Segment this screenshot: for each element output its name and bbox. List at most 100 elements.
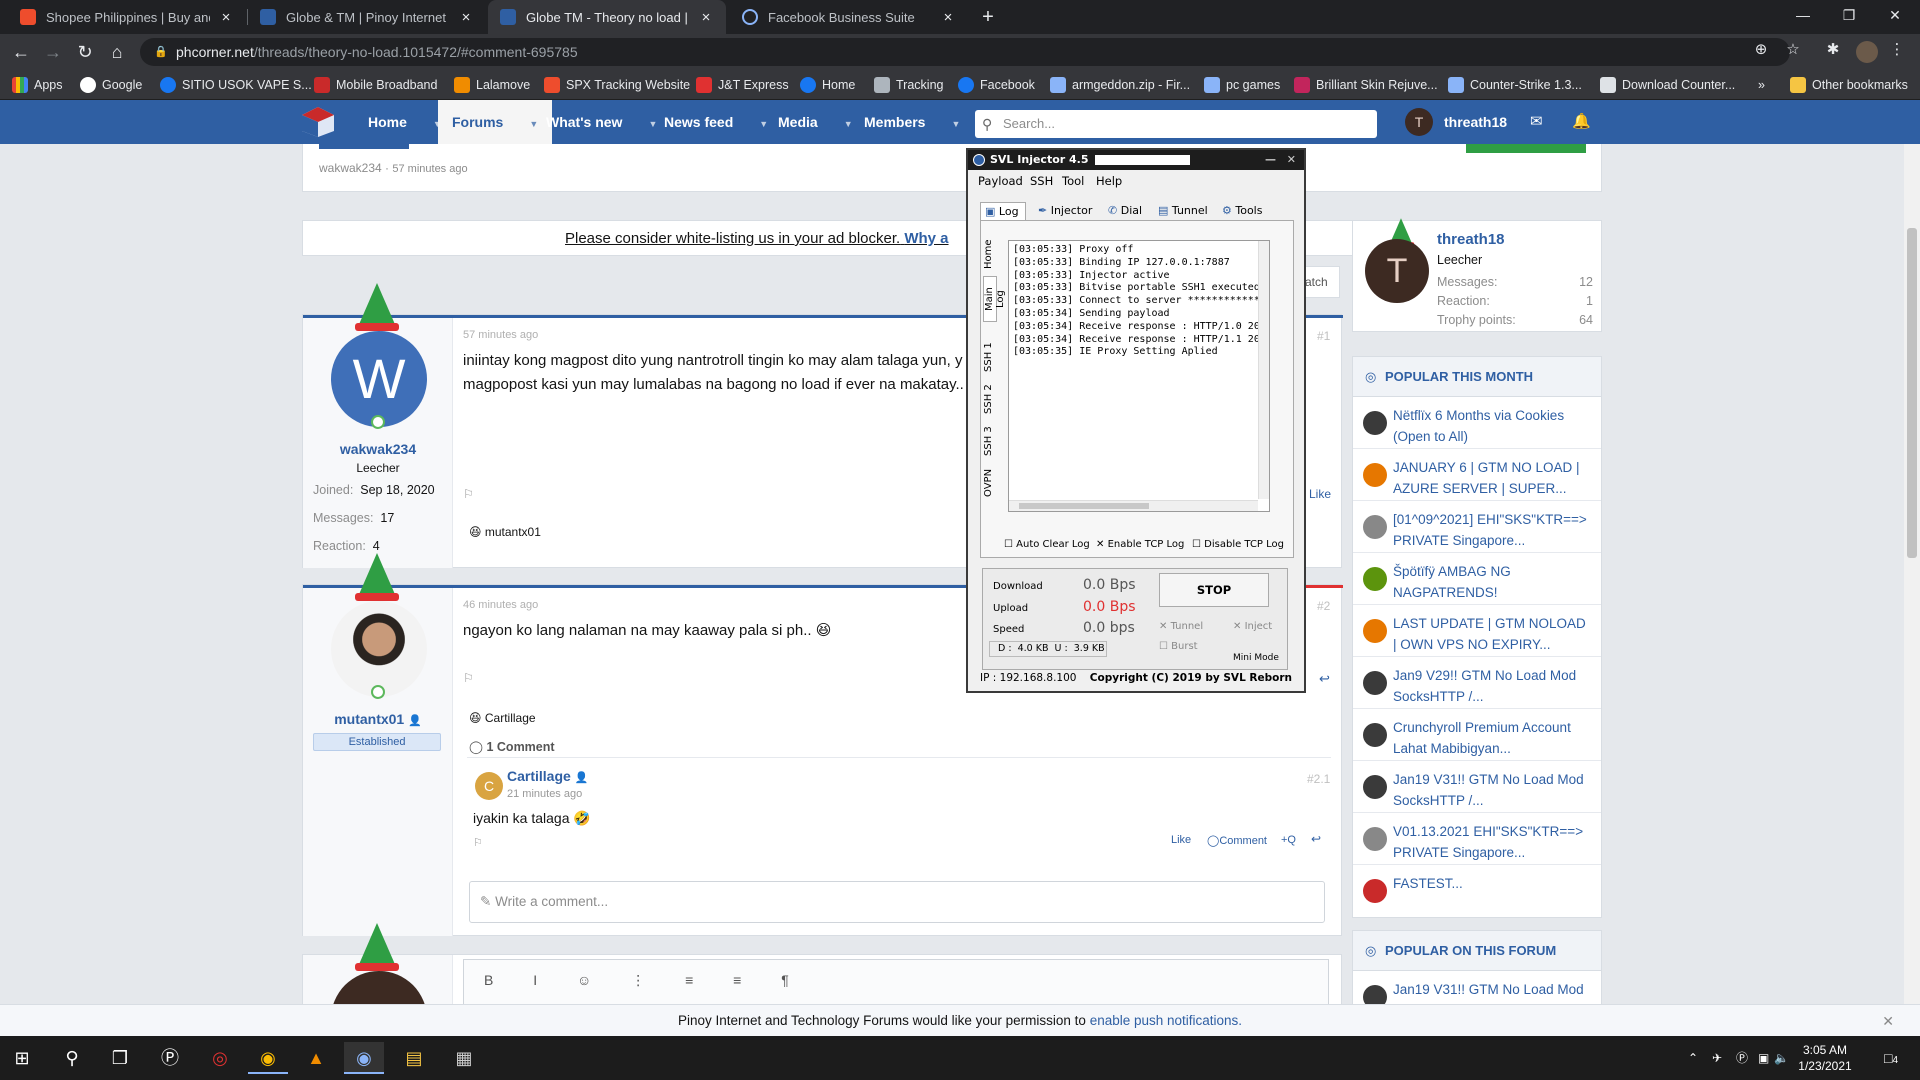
member-name[interactable]: threath18 — [1437, 231, 1505, 248]
minimize-icon[interactable]: — — [1780, 0, 1826, 30]
avatar[interactable] — [331, 601, 427, 697]
post-time[interactable]: 46 minutes ago — [463, 599, 538, 611]
home-icon[interactable]: ⌂ — [104, 40, 130, 64]
editor-area[interactable]: B I ☺ ⋮ ≡ ≡ ¶ — [463, 959, 1329, 1004]
list-item[interactable]: Jan19 V31!! GTM No Load Mod SocksHTTP /.… — [1353, 761, 1601, 813]
avatar[interactable]: C — [475, 772, 503, 800]
list-item[interactable]: [01^09^2021] EHI"SKS"KTR==> PRIVATE Sing… — [1353, 501, 1601, 553]
svl-vtab-ssh2[interactable]: SSH 2 — [983, 382, 997, 416]
bookmark-armgeddon[interactable]: armgeddon.zip - Fir... — [1050, 70, 1190, 100]
close-icon[interactable]: × — [218, 9, 234, 26]
taskbar-clock[interactable]: 3:05 AM 1/23/2021 — [1790, 1042, 1860, 1074]
app-window-icon[interactable]: ▦ — [444, 1042, 484, 1074]
menu-kebab-icon[interactable]: ⋮ — [1884, 38, 1910, 62]
bookmark-sitio-usok[interactable]: SITIO USOK VAPE S... — [160, 70, 312, 100]
comment-reply[interactable]: ◯Comment — [1207, 834, 1267, 847]
bell-icon[interactable]: 🔔 — [1572, 100, 1591, 144]
reaction-summary[interactable]: 😆 mutantx01 — [469, 525, 541, 539]
tray-c-icon[interactable]: Ⓟ — [1736, 1036, 1748, 1080]
report-flag-icon[interactable]: ⚐ — [463, 671, 474, 685]
bookmark-home[interactable]: Home — [800, 70, 855, 100]
list-item[interactable]: LAST UPDATE | GTM NOLOAD | OWN VPS NO EX… — [1353, 605, 1601, 657]
reaction-summary[interactable]: 😆 Cartillage — [469, 711, 536, 725]
list-item[interactable]: Crunchyroll Premium Account Lahat Mabibi… — [1353, 709, 1601, 761]
green-button-remnant[interactable] — [1466, 144, 1586, 153]
search-icon[interactable]: ⚲ — [52, 1042, 92, 1074]
tray-chevron-icon[interactable]: ⌃ — [1688, 1036, 1698, 1080]
comment-number[interactable]: #2.1 — [1307, 772, 1330, 786]
bookmark-counter-strike[interactable]: Counter-Strike 1.3... — [1448, 70, 1582, 100]
svl-taskbar-icon[interactable]: ◉ — [344, 1042, 384, 1074]
ad-notice-text[interactable]: Please consider white-listing us in your… — [565, 230, 949, 247]
task-view-icon[interactable]: ❐ — [100, 1042, 140, 1074]
tab-shopee[interactable]: Shopee Philippines | Buy and Sel × — [8, 0, 246, 34]
svl-menu-tool[interactable]: Tool — [1062, 174, 1084, 188]
post-number[interactable]: #1 — [1317, 329, 1330, 343]
address-bar[interactable]: 🔒 phcorner.net/threads/theory-no-load.10… — [140, 38, 1790, 66]
svl-tab-tunnel[interactable]: ▤ Tunnel — [1158, 202, 1208, 220]
close-icon[interactable]: × — [458, 9, 474, 26]
svl-log-vscroll[interactable] — [1258, 241, 1269, 499]
enable-push-link[interactable]: enable push notifications. — [1090, 1013, 1242, 1028]
svl-tab-dial[interactable]: ✆ Dial — [1108, 202, 1142, 220]
comment-time[interactable]: 21 minutes ago — [507, 788, 582, 800]
nav-news-feed[interactable]: News feed ▼ — [650, 100, 782, 144]
svl-vtab-mainlog[interactable]: Main Log — [983, 276, 1006, 322]
profile-avatar[interactable] — [1856, 41, 1878, 63]
forward-icon[interactable]: → — [40, 40, 66, 64]
svl-log-hscroll[interactable] — [1009, 500, 1258, 511]
bookmark-jnt[interactable]: J&T Express — [696, 70, 789, 100]
list-item[interactable]: Jan9 V29!! GTM No Load Mod SocksHTTP /..… — [1353, 657, 1601, 709]
enable-tcp-log-checkbox[interactable]: ✕ Enable TCP Log — [1096, 539, 1184, 550]
volume-icon[interactable]: 🔈 — [1774, 1036, 1789, 1080]
bookmark-pc-games[interactable]: pc games — [1204, 70, 1280, 100]
list-item[interactable]: Nëtflïx 6 Months via Cookies (Open to Al… — [1353, 397, 1601, 449]
burst-checkbox[interactable]: ☐ Burst — [1159, 641, 1198, 652]
list-item[interactable]: Špötïfÿ AMBAG NG NAGPATRENDS! — [1353, 553, 1601, 605]
reload-icon[interactable]: ↻ — [72, 40, 98, 64]
svl-tab-tools[interactable]: ⚙ Tools — [1222, 202, 1262, 220]
tunnel-checkbox[interactable]: ✕ Tunnel — [1159, 621, 1203, 632]
post-username[interactable]: mutantx01 👤 — [303, 711, 453, 727]
window-close-icon[interactable]: ✕ — [1287, 150, 1296, 170]
tray-app-icon[interactable]: ✈ — [1712, 1036, 1722, 1080]
envelope-icon[interactable]: ✉ — [1530, 100, 1543, 144]
close-icon[interactable]: ✕ — [1882, 1005, 1894, 1037]
extensions-icon[interactable]: ✱ — [1820, 38, 1846, 62]
svl-vtab-ssh3[interactable]: SSH 3 — [983, 424, 997, 458]
minimize-icon[interactable]: — — [1265, 150, 1276, 170]
svl-menu-ssh[interactable]: SSH — [1030, 174, 1053, 188]
report-flag-icon[interactable]: ⚐ — [463, 487, 474, 501]
write-comment-input[interactable]: ✎ Write a comment... — [469, 881, 1325, 923]
post-username[interactable]: wakwak234 — [303, 441, 453, 457]
app-c-icon[interactable]: Ⓟ — [150, 1042, 190, 1074]
add-icon[interactable]: ⊕ — [1748, 38, 1774, 62]
like-button[interactable]: Like — [1309, 487, 1331, 501]
svl-menu-payload[interactable]: Payload — [978, 174, 1023, 188]
avatar[interactable]: W — [331, 331, 427, 427]
user-name[interactable]: threath18 — [1444, 100, 1507, 144]
comments-count[interactable]: ◯ 1 Comment — [469, 739, 555, 754]
svl-titlebar[interactable]: SVL Injector 4.5 — ✕ — [968, 150, 1304, 170]
svl-tab-injector[interactable]: ✒ Injector — [1038, 202, 1092, 220]
bookmarks-more[interactable]: » — [1758, 70, 1765, 100]
mini-mode-button[interactable]: Mini Mode — [1233, 653, 1279, 663]
list-item[interactable]: Jan19 V31!! GTM No Load Mod — [1353, 971, 1601, 1004]
avatar[interactable]: T — [1365, 239, 1429, 303]
bookmark-download-counter[interactable]: Download Counter... — [1600, 70, 1735, 100]
disable-tcp-log-checkbox[interactable]: ☐ Disable TCP Log — [1192, 539, 1284, 550]
window-close-icon[interactable]: ✕ — [1872, 0, 1918, 30]
action-center-icon[interactable]: □4 — [1884, 1036, 1898, 1080]
list-item[interactable]: V01.13.2021 EHI"SKS"KTR==> PRIVATE Singa… — [1353, 813, 1601, 865]
network-icon[interactable]: ▣ — [1758, 1036, 1769, 1080]
stop-button[interactable]: STOP — [1159, 573, 1269, 607]
nav-members[interactable]: Members ▼ — [850, 100, 974, 144]
svl-tab-log[interactable]: ▣ Log — [980, 202, 1026, 220]
list-item[interactable]: FASTEST... — [1353, 865, 1601, 917]
bookmark-brilliant-skin[interactable]: Brilliant Skin Rejuve... — [1294, 70, 1438, 100]
vlc-icon[interactable]: ▲ — [296, 1042, 336, 1074]
comment-like[interactable]: Like — [1171, 834, 1191, 846]
bookmark-tracking[interactable]: Tracking — [874, 70, 943, 100]
close-icon[interactable]: × — [698, 9, 714, 26]
tab-globe-tm[interactable]: Globe & TM | Pinoy Internet and × — [248, 0, 486, 34]
